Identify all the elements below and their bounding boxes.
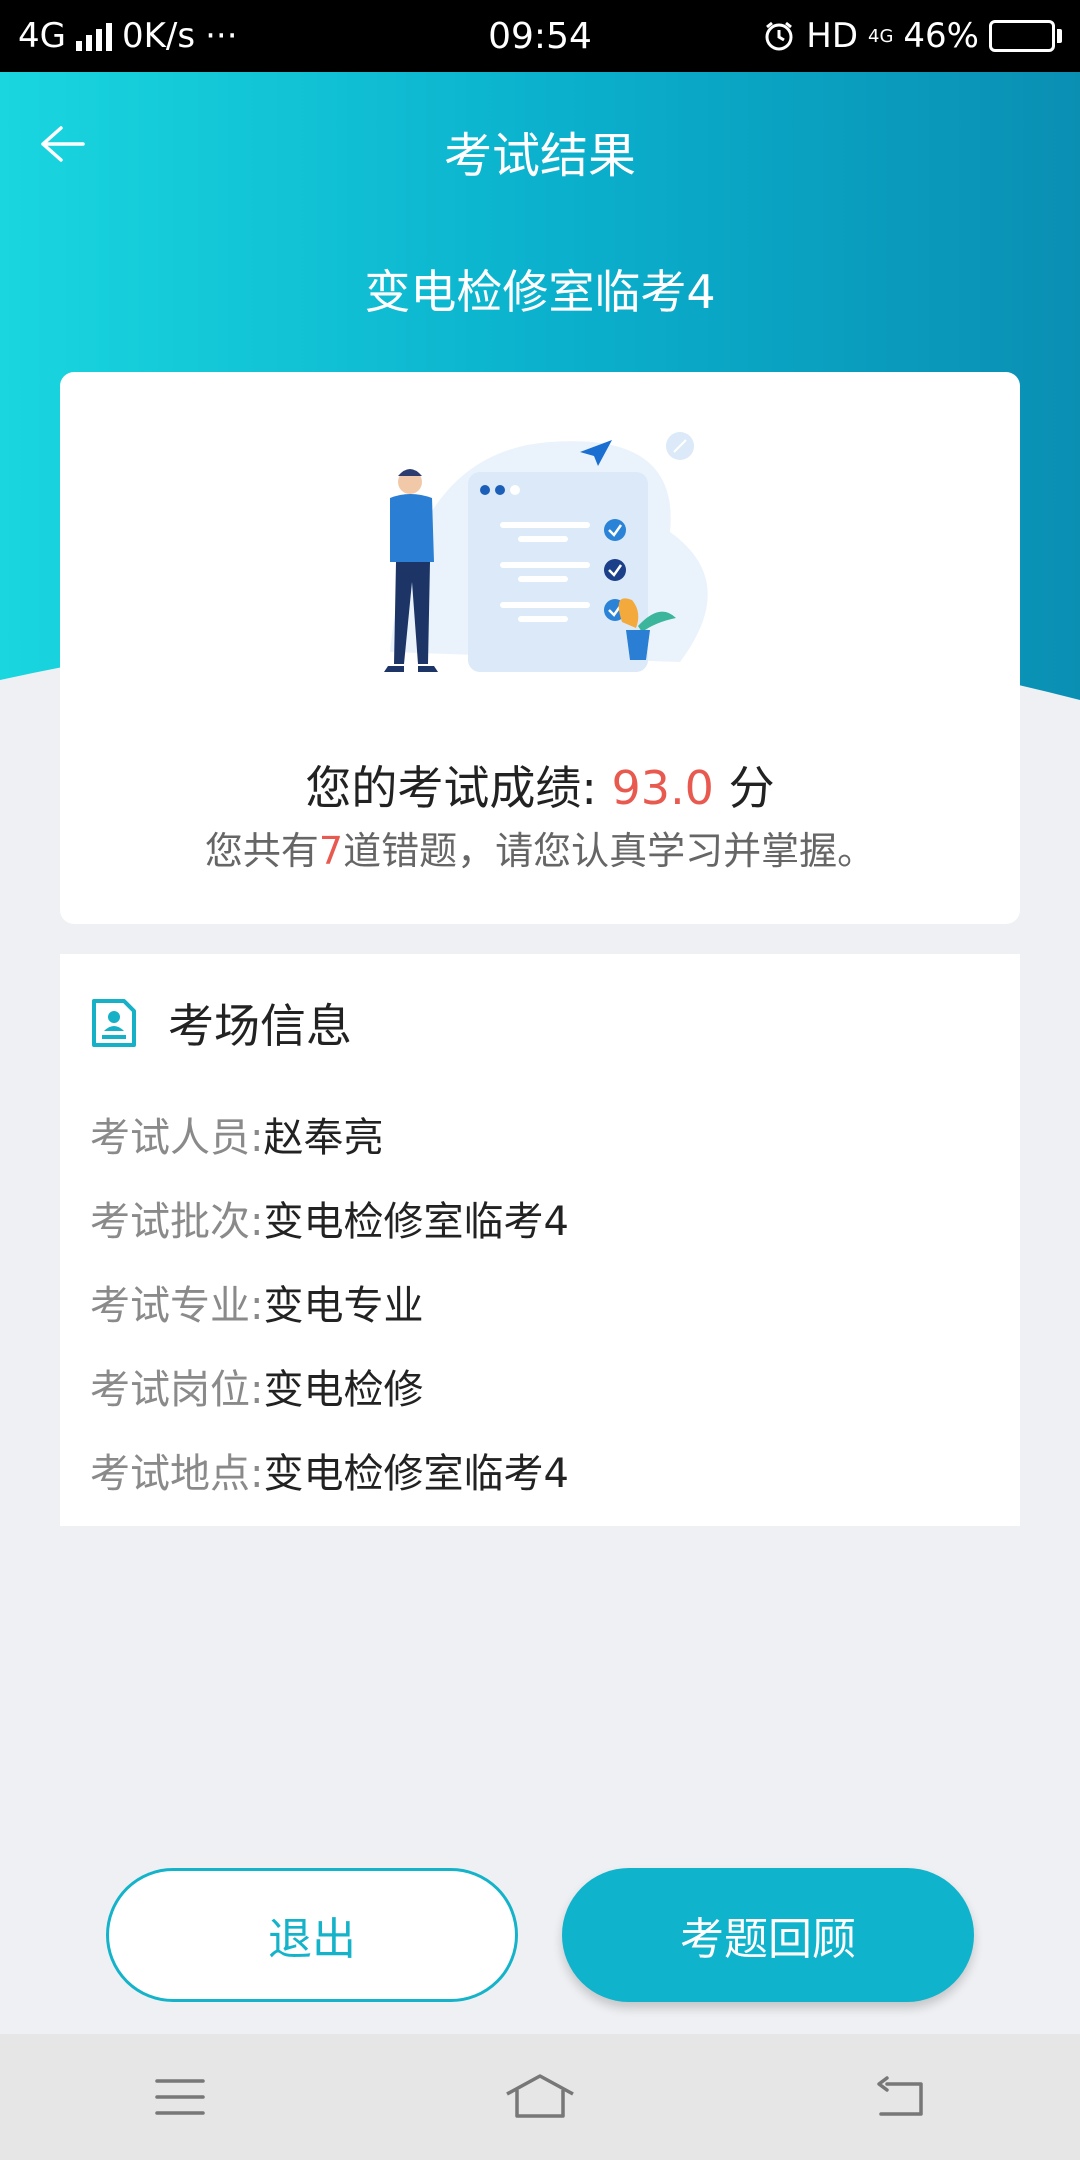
- network-speed: 0K/s: [121, 16, 196, 56]
- status-right: HD 4G 46%: [762, 16, 1062, 56]
- info-label: 考试地点:: [90, 1451, 264, 1497]
- score-unit: 分: [713, 761, 775, 815]
- exam-info-card: 考场信息 考试人员: 赵奉亮 考试批次: 变电检修室临考4 考试专业: 变电专业…: [60, 954, 1020, 1526]
- info-label: 考试岗位:: [90, 1367, 264, 1413]
- info-row-location: 考试地点: 变电检修室临考4: [90, 1428, 569, 1512]
- battery-icon: [989, 20, 1062, 52]
- exam-name: 变电检修室临考4: [364, 265, 716, 319]
- info-row-examinee: 考试人员: 赵奉亮: [90, 1092, 569, 1176]
- back-key[interactable]: [855, 2062, 945, 2132]
- wrong-suffix: 道错题，请您认真学习并掌握。: [343, 829, 876, 873]
- score-value: 93.0: [611, 761, 714, 815]
- menu-key[interactable]: [135, 2062, 225, 2132]
- info-header: 考场信息: [90, 990, 352, 1056]
- status-left: 4G 0K/s ···: [18, 16, 238, 56]
- alarm-icon: [765, 21, 793, 51]
- hd-indicator: HD: [806, 16, 859, 56]
- info-value: 变电检修室临考4: [263, 1451, 569, 1497]
- page-title: 考试结果: [443, 128, 636, 184]
- info-label: 考试专业:: [90, 1283, 264, 1329]
- battery-percent: 46%: [903, 16, 979, 56]
- info-value: 变电专业: [263, 1283, 424, 1329]
- profile-document-icon: [92, 999, 136, 1047]
- return-icon: [877, 2076, 923, 2116]
- wrong-count: 7: [318, 829, 344, 873]
- info-title: 考场信息: [168, 999, 352, 1053]
- exam-illustration: [384, 432, 708, 672]
- info-row-batch: 考试批次: 变电检修室临考4: [90, 1176, 569, 1260]
- system-nav-bar: [0, 2034, 1080, 2160]
- home-icon: [506, 2074, 574, 2118]
- info-row-position: 考试岗位: 变电检修: [90, 1344, 569, 1428]
- nav-bar: 考试结果: [0, 72, 1080, 216]
- more-indicator: ···: [205, 16, 238, 56]
- exit-button[interactable]: 退出: [106, 1868, 518, 2002]
- info-label: 考试批次:: [90, 1199, 264, 1245]
- info-value: 赵奉亮: [263, 1115, 384, 1161]
- info-value: 变电检修室临考4: [263, 1199, 569, 1245]
- wrong-questions-line: 您共有7道错题，请您认真学习并掌握。: [60, 820, 1020, 875]
- info-rows: 考试人员: 赵奉亮 考试批次: 变电检修室临考4 考试专业: 变电专业 考试岗位…: [90, 1092, 569, 1512]
- menu-icon: [155, 2079, 205, 2115]
- score-label: 您的考试成绩:: [305, 761, 612, 815]
- home-key[interactable]: [495, 2062, 585, 2132]
- status-bar: 4G 0K/s ··· 09:54 HD 4G 46%: [0, 0, 1080, 72]
- score-line: 您的考试成绩: 93.0 分: [60, 752, 1020, 818]
- info-value: 变电检修: [263, 1367, 424, 1413]
- network-type: 4G: [18, 16, 66, 56]
- signal-icon: [75, 21, 112, 51]
- info-row-major: 考试专业: 变电专业: [90, 1260, 569, 1344]
- result-card: 您的考试成绩: 93.0 分 您共有7道错题，请您认真学习并掌握。: [60, 372, 1020, 924]
- network-small: 4G: [868, 25, 894, 47]
- review-questions-button[interactable]: 考题回顾: [562, 1868, 974, 2002]
- info-label: 考试人员:: [90, 1115, 264, 1161]
- wrong-prefix: 您共有: [204, 829, 319, 873]
